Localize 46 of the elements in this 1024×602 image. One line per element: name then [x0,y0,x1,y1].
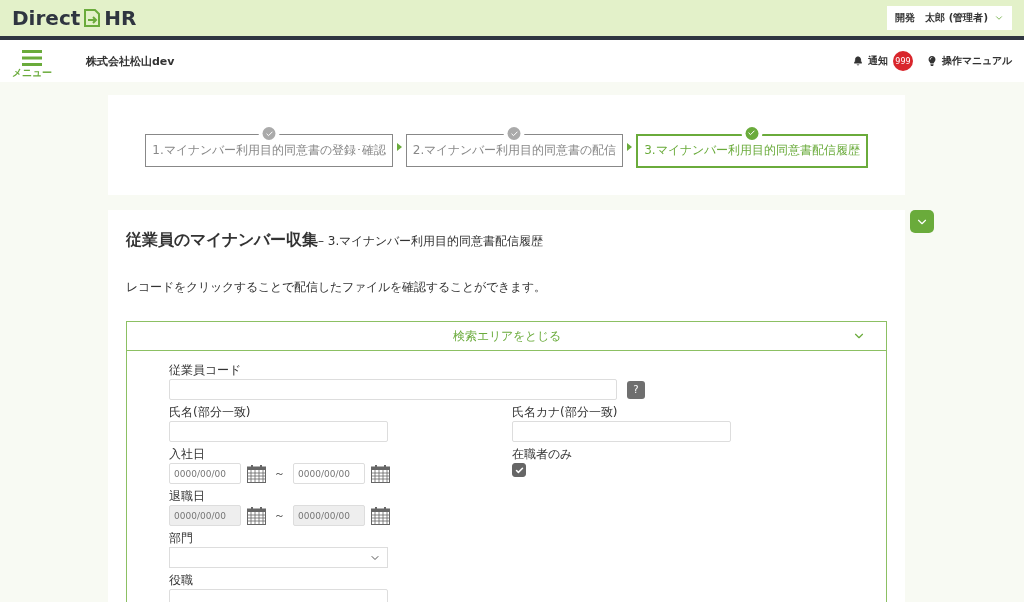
step-arrow-icon [627,143,633,151]
help-button[interactable]: ? [627,380,645,399]
field-label: 役職 [169,573,194,587]
step[interactable]: 1.マイナンバー利用目的同意書の登録･確認 [145,134,393,167]
calendar-icon[interactable] [247,464,266,483]
company-name: 株式会社松山dev [86,53,176,69]
range-separator: ～ [274,508,285,523]
page-subtitle: – 3.マイナンバー利用目的同意書配信履歴 [318,234,544,250]
text-field[interactable] [169,379,617,400]
bell-icon [853,56,863,66]
menu-button[interactable]: メニュー [12,50,52,78]
notification-badge: 999 [893,51,913,71]
menu-icon [22,50,42,66]
notification-link[interactable]: 通知 [853,54,888,68]
field-label: 従業員コード [169,363,242,377]
logo-text: HR [104,6,137,30]
field-label: 退職日 [169,489,206,503]
field-label: 氏名カナ(部分一致) [512,405,619,419]
check-icon [262,127,276,140]
collapse-button[interactable] [910,210,934,233]
select-field[interactable] [169,547,388,568]
step[interactable]: 3.マイナンバー利用目的同意書配信履歴 [636,133,868,168]
field-label: 入社日 [169,447,206,461]
step[interactable]: 2.マイナンバー利用目的同意書の配信 [405,134,624,167]
text-field[interactable] [169,421,388,442]
field-label: 部門 [169,531,194,545]
check-icon [745,126,759,140]
checkbox[interactable] [512,463,526,477]
date-field[interactable]: 0000/00/00 [293,463,365,484]
page-title: 従業員のマイナンバー収集 [126,230,318,251]
logo-text: Direct [12,6,81,30]
calendar-icon[interactable] [371,506,390,525]
field-label: 氏名(部分一致) [169,405,252,419]
calendar-icon[interactable] [371,464,390,483]
chevron-down-icon [994,13,1004,23]
user-menu[interactable]: 開発 太郎 (管理者) [887,6,1012,30]
text-field[interactable] [512,421,731,442]
date-field[interactable]: 0000/00/00 [169,463,241,484]
description-text: レコードをクリックすることで配信したファイルを確認することができます。 [126,279,547,296]
step-arrow-icon [396,143,402,151]
lightbulb-icon [927,56,937,66]
calendar-icon[interactable] [247,506,266,525]
checkbox-label: 在職者のみ [512,447,573,461]
manual-link[interactable]: 操作マニュアル [927,54,1012,68]
logo-icon [82,8,103,28]
range-separator: ～ [274,466,285,481]
